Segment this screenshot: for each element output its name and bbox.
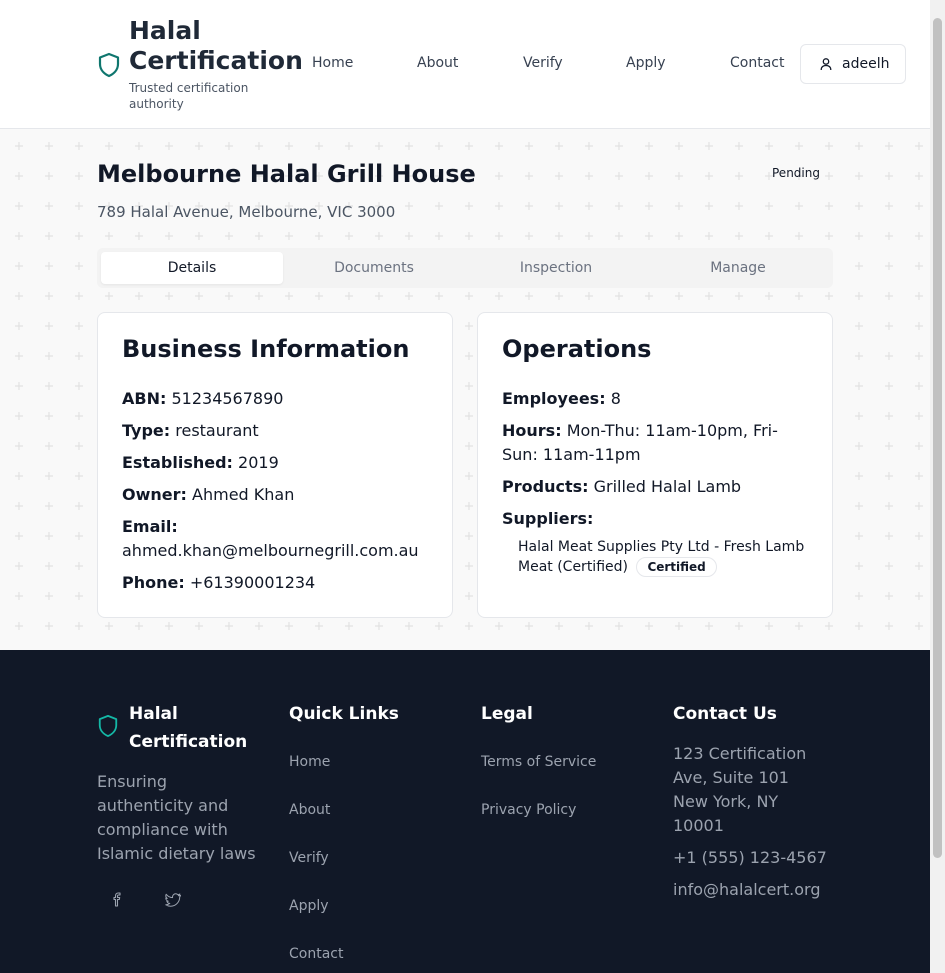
phone-label: Phone: [122, 573, 185, 592]
nav-home[interactable]: Home [312, 55, 353, 71]
nav-contact[interactable]: Contact [730, 55, 784, 71]
brand-title: Halal Certification [129, 16, 303, 75]
business-name: Melbourne Halal Grill House [97, 160, 476, 188]
quick-links-heading: Quick Links [289, 704, 399, 724]
owner-label: Owner: [122, 485, 187, 504]
twitter-icon[interactable] [165, 892, 181, 908]
suppliers-field: Suppliers: [502, 507, 808, 531]
scrollbar-thumb[interactable] [933, 18, 942, 858]
type-value: restaurant [175, 421, 259, 440]
email-label: Email: [122, 517, 178, 536]
owner-value: Ahmed Khan [192, 485, 295, 504]
footer-link-apply[interactable]: Apply [289, 898, 329, 914]
suppliers-label: Suppliers: [502, 509, 594, 528]
nav-verify[interactable]: Verify [523, 55, 563, 71]
abn-field: ABN: 51234567890 [122, 387, 428, 411]
established-label: Established: [122, 453, 233, 472]
nav-about[interactable]: About [417, 55, 458, 71]
site-header: Halal Certification Trusted certificatio… [0, 0, 930, 129]
site-footer: Halal Certification Ensuring authenticit… [0, 650, 930, 973]
established-field: Established: 2019 [122, 451, 428, 475]
type-label: Type: [122, 421, 171, 440]
user-icon [820, 58, 832, 71]
status-badge: Pending [772, 166, 820, 180]
type-field: Type: restaurant [122, 419, 428, 443]
legal-column: Legal [481, 700, 651, 728]
footer-brand-title: Halal Certification [129, 704, 248, 752]
products-field: Products: Grilled Halal Lamb [502, 475, 808, 499]
hours-field: Hours: Mon-Thu: 11am-10pm, Fri-Sun: 11am… [502, 419, 808, 467]
contact-column: Contact Us 123 Certification Ave, Suite … [673, 700, 843, 902]
employees-value: 8 [610, 389, 621, 408]
tab-manage[interactable]: Manage [647, 252, 829, 284]
contact-heading: Contact Us [673, 704, 777, 724]
tab-documents[interactable]: Documents [283, 252, 465, 284]
tab-inspection[interactable]: Inspection [465, 252, 647, 284]
tab-details[interactable]: Details [101, 252, 283, 284]
legal-heading: Legal [481, 704, 533, 724]
main-content: Melbourne Halal Grill House 789 Halal Av… [0, 129, 930, 650]
quick-links-column: Quick Links [289, 700, 459, 728]
business-address: 789 Halal Avenue, Melbourne, VIC 3000 [97, 203, 396, 221]
footer-link-privacy[interactable]: Privacy Policy [481, 802, 576, 818]
user-name: adeelh [842, 56, 890, 72]
products-value: Grilled Halal Lamb [593, 477, 742, 496]
shield-icon [98, 52, 120, 78]
phone-value: +61390001234 [189, 573, 316, 592]
footer-link-home[interactable]: Home [289, 754, 330, 770]
footer-tagline: Ensuring authenticity and compliance wit… [97, 772, 256, 863]
brand-subtitle: Trusted certification authority [129, 81, 249, 111]
footer-link-contact[interactable]: Contact [289, 946, 343, 962]
nav-apply[interactable]: Apply [626, 55, 666, 71]
employees-field: Employees: 8 [502, 387, 808, 411]
email-field: Email: ahmed.khan@melbournegrill.com.au [122, 515, 428, 563]
employees-label: Employees: [502, 389, 606, 408]
user-menu-button[interactable]: adeelh [800, 44, 906, 84]
abn-label: ABN: [122, 389, 167, 408]
email-value: ahmed.khan@melbournegrill.com.au [122, 541, 419, 560]
card-title: Business Information [122, 335, 410, 363]
tab-list: Details Documents Inspection Manage [97, 248, 833, 288]
contact-email: info@halalcert.org [673, 880, 821, 899]
supplier-list: Halal Meat Supplies Pty Ltd - Fresh Lamb… [502, 537, 808, 577]
list-item: Halal Meat Supplies Pty Ltd - Fresh Lamb… [518, 537, 808, 577]
business-information-card: Business Information ABN: 51234567890 Ty… [97, 312, 453, 618]
hours-label: Hours: [502, 421, 562, 440]
owner-field: Owner: Ahmed Khan [122, 483, 428, 507]
footer-link-about[interactable]: About [289, 802, 330, 818]
facebook-icon[interactable] [109, 892, 125, 908]
established-value: 2019 [238, 453, 279, 472]
phone-field: Phone: +61390001234 [122, 571, 428, 595]
contact-phone: +1 (555) 123-4567 [673, 848, 827, 867]
abn-value: 51234567890 [171, 389, 284, 408]
products-label: Products: [502, 477, 589, 496]
contact-address: 123 Certification Ave, Suite 101 New Yor… [673, 744, 807, 835]
operations-card: Operations Employees: 8 Hours: Mon-Thu: … [477, 312, 833, 618]
card-title: Operations [502, 335, 652, 363]
footer-link-terms[interactable]: Terms of Service [481, 754, 596, 770]
certified-badge: Certified [636, 557, 717, 577]
shield-icon [98, 715, 118, 737]
footer-link-verify[interactable]: Verify [289, 850, 329, 866]
